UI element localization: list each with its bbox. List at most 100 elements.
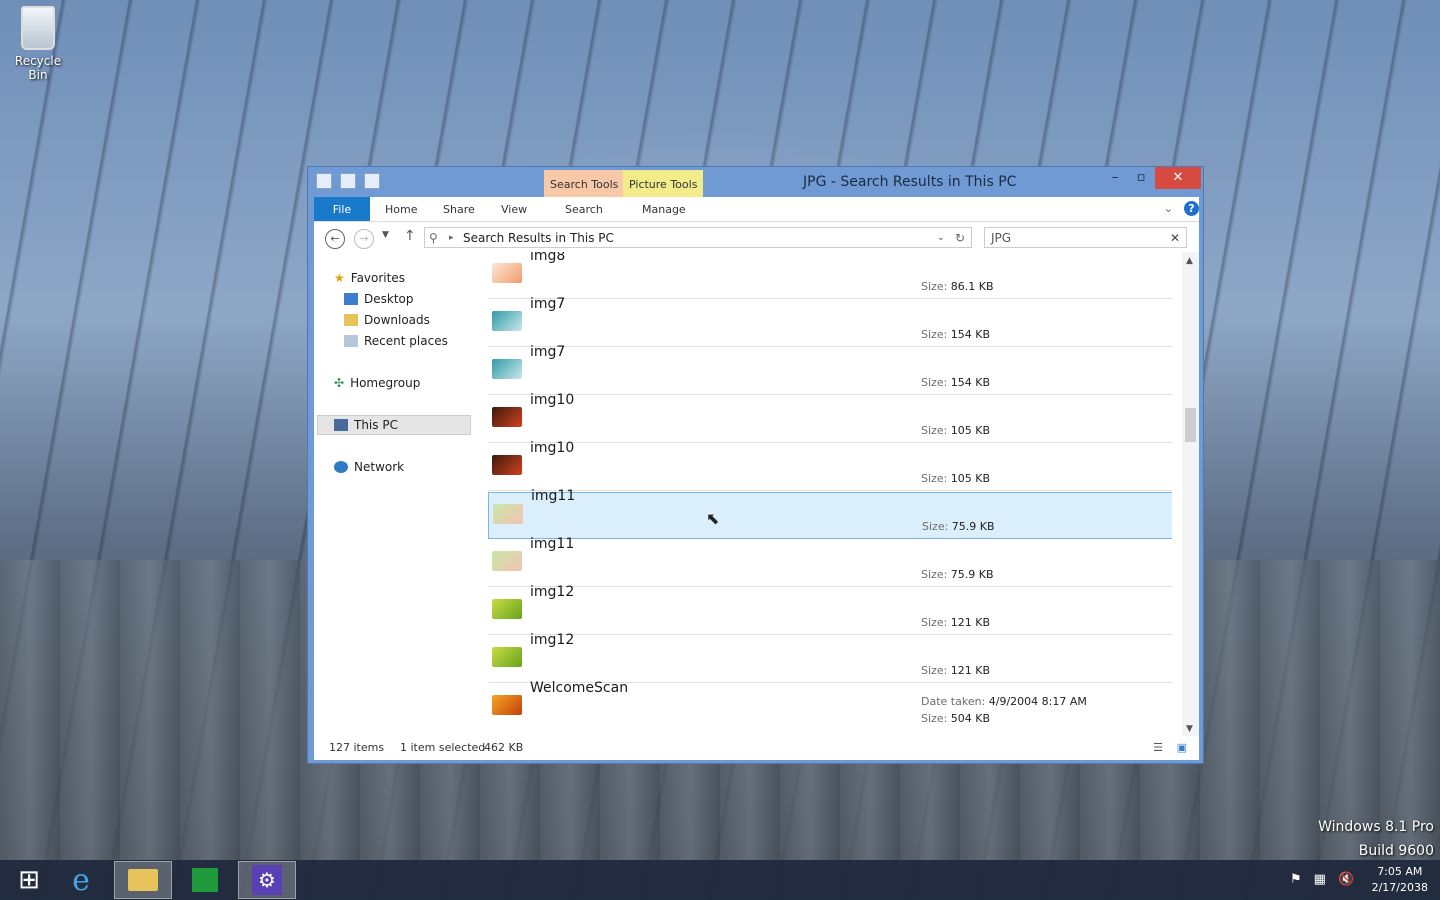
- nav-this-pc-label: This PC: [354, 418, 398, 432]
- scroll-down-icon[interactable]: ▼: [1186, 724, 1193, 734]
- list-item[interactable]: img10 Size: 105 KB: [488, 392, 1172, 443]
- file-name: img10: [530, 392, 575, 408]
- clock-date: 2/17/2038: [1371, 881, 1428, 894]
- computer-icon: [334, 419, 348, 431]
- file-size: Size: 105 KB: [921, 472, 991, 485]
- store-icon: [192, 868, 218, 892]
- file-size: Size: 75.9 KB: [921, 568, 994, 581]
- file-size: Size: 504 KB: [921, 712, 991, 725]
- tab-share[interactable]: Share: [443, 197, 475, 221]
- recent-locations-icon[interactable]: ▼: [382, 230, 389, 240]
- tab-view[interactable]: View: [501, 197, 527, 221]
- breadcrumb-location[interactable]: Search Results in This PC: [463, 231, 614, 245]
- nav-downloads-label: Downloads: [364, 313, 430, 327]
- search-input[interactable]: JPG ✕: [984, 227, 1187, 248]
- store-button[interactable]: [176, 861, 234, 899]
- list-item[interactable]: img12 Size: 121 KB: [488, 632, 1172, 683]
- nav-homegroup[interactable]: ✣ Homegroup: [334, 373, 420, 393]
- properties-icon[interactable]: [316, 173, 332, 189]
- item-count: 127 items: [329, 741, 385, 754]
- tab-search[interactable]: Search: [565, 197, 603, 221]
- breadcrumb-arrow-icon[interactable]: ▸: [449, 228, 454, 248]
- search-icon: ⚲: [429, 231, 438, 245]
- file-name: img8: [530, 252, 566, 264]
- quick-access-toolbar: [316, 173, 380, 189]
- help-icon[interactable]: ?: [1184, 201, 1199, 216]
- file-thumbnail: [492, 455, 522, 475]
- file-explorer-button[interactable]: [114, 861, 172, 899]
- windows-watermark: Windows 8.1 Pro Build 9600: [1318, 815, 1434, 863]
- address-field[interactable]: ⚲ ▸ Search Results in This PC ⌄ ↻: [424, 227, 972, 248]
- file-thumbnail: [492, 551, 522, 571]
- windows-logo-icon: ⊞: [18, 865, 40, 895]
- list-item[interactable]: img12 Size: 121 KB: [488, 584, 1172, 635]
- list-item-selected[interactable]: img11 Size: 75.9 KB ⬉: [488, 488, 1172, 539]
- nav-desktop-label: Desktop: [364, 292, 414, 306]
- file-thumbnail: [492, 599, 522, 619]
- file-name: img11: [531, 488, 576, 504]
- file-thumbnail: [492, 263, 522, 283]
- navigation-pane: ★ Favorites Desktop Downloads Recent pla…: [314, 252, 472, 736]
- large-icons-view-icon[interactable]: ▣: [1177, 736, 1187, 760]
- address-dropdown-icon[interactable]: ⌄: [937, 228, 945, 248]
- gear-icon: ⚙: [252, 865, 282, 895]
- tab-home[interactable]: Home: [385, 197, 417, 221]
- nav-desktop[interactable]: Desktop: [344, 289, 414, 309]
- forward-button[interactable]: →: [354, 229, 374, 249]
- file-name: img10: [530, 440, 575, 456]
- file-explorer-window: Search Tools Picture Tools JPG - Search …: [307, 166, 1204, 764]
- refresh-icon[interactable]: ↻: [955, 228, 965, 248]
- recent-places-icon: [344, 335, 358, 347]
- start-button[interactable]: ⊞: [0, 861, 58, 899]
- close-button[interactable]: ✕: [1155, 167, 1201, 189]
- clear-search-icon[interactable]: ✕: [1170, 228, 1180, 248]
- volume-muted-icon[interactable]: 🔇: [1338, 872, 1354, 887]
- new-folder-icon[interactable]: [340, 173, 356, 189]
- list-item[interactable]: img8 Size: 86.1 KB: [488, 252, 1172, 299]
- back-button[interactable]: ←: [325, 229, 345, 249]
- folder-icon: [128, 869, 158, 891]
- list-item[interactable]: img7 Size: 154 KB: [488, 344, 1172, 395]
- nav-this-pc[interactable]: This PC: [334, 415, 398, 435]
- file-thumbnail: [492, 359, 522, 379]
- list-item[interactable]: WelcomeScan Date taken: 4/9/2004 8:17 AM…: [488, 680, 1172, 731]
- internet-explorer-icon: e: [72, 862, 90, 898]
- nav-favorites[interactable]: ★ Favorites: [334, 268, 405, 288]
- customize-toolbar-icon[interactable]: [364, 173, 380, 189]
- nav-network[interactable]: Network: [334, 457, 404, 477]
- address-bar: ← → ▼ ↑ ⚲ ▸ Search Results in This PC ⌄ …: [314, 222, 1199, 252]
- tab-manage[interactable]: Manage: [642, 197, 686, 221]
- up-button[interactable]: ↑: [404, 228, 416, 244]
- file-name: img12: [530, 584, 575, 600]
- title-bar[interactable]: Search Tools Picture Tools JPG - Search …: [308, 167, 1203, 197]
- file-date: Date taken: 4/9/2004 8:17 AM: [921, 695, 1087, 708]
- nav-downloads[interactable]: Downloads: [344, 310, 430, 330]
- scrollbar-thumb[interactable]: [1185, 408, 1196, 442]
- control-panel-button[interactable]: ⚙: [238, 861, 296, 899]
- picture-tools-header: Picture Tools: [623, 170, 704, 197]
- clock[interactable]: 7:05 AM 2/17/2038: [1372, 864, 1428, 896]
- internet-explorer-button[interactable]: e: [52, 861, 110, 899]
- list-item[interactable]: img11 Size: 75.9 KB: [488, 536, 1172, 587]
- expand-ribbon-icon[interactable]: ⌄: [1164, 202, 1173, 215]
- explorer-body: ★ Favorites Desktop Downloads Recent pla…: [314, 252, 1199, 736]
- file-thumbnail: [492, 407, 522, 427]
- tab-file[interactable]: File: [314, 197, 370, 221]
- file-name: img11: [530, 536, 575, 552]
- network-status-icon[interactable]: ▦: [1314, 872, 1326, 887]
- nav-recent-places[interactable]: Recent places: [344, 331, 448, 351]
- vertical-scrollbar[interactable]: ▲ ▼: [1182, 252, 1199, 736]
- watermark-edition: Windows 8.1 Pro: [1318, 819, 1434, 835]
- recycle-bin-icon: [21, 6, 55, 50]
- file-name: WelcomeScan: [530, 680, 629, 696]
- file-size: Size: 86.1 KB: [921, 280, 994, 293]
- recycle-bin-shortcut[interactable]: Recycle Bin: [6, 6, 70, 82]
- maximize-button[interactable]: ▫: [1126, 167, 1156, 189]
- clock-time: 7:05 AM: [1377, 865, 1423, 878]
- nav-recent-places-label: Recent places: [364, 334, 448, 348]
- list-item[interactable]: img10 Size: 105 KB: [488, 440, 1172, 491]
- scroll-up-icon[interactable]: ▲: [1186, 256, 1193, 266]
- list-item[interactable]: img7 Size: 154 KB: [488, 296, 1172, 347]
- action-center-flag-icon[interactable]: ⚑: [1290, 872, 1302, 887]
- details-view-icon[interactable]: ☰: [1153, 736, 1163, 760]
